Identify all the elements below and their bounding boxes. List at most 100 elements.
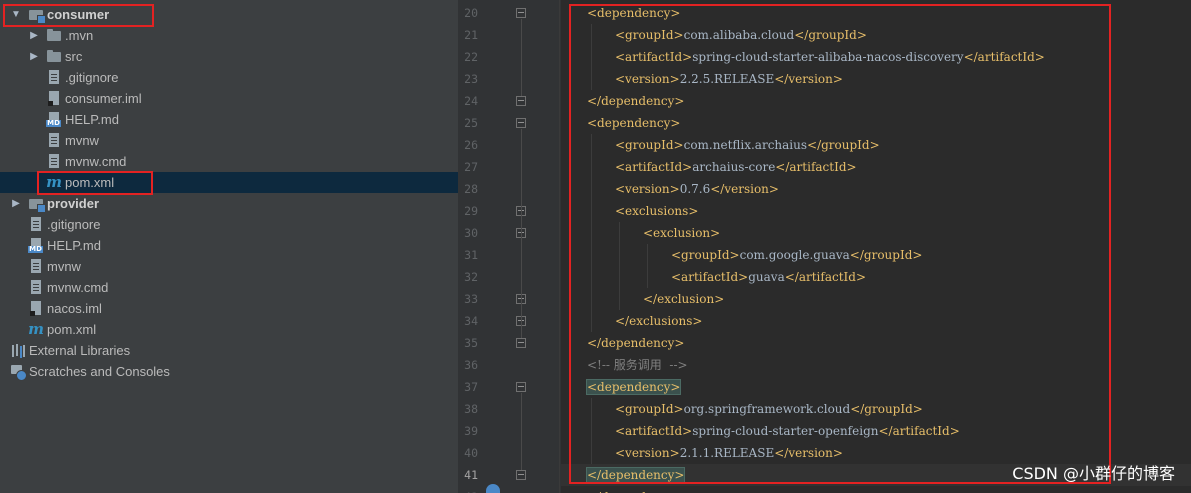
line-number: 36 xyxy=(464,358,478,372)
code-tag: <groupId> xyxy=(615,402,684,416)
tree-item[interactable]: Scratches and Consoles xyxy=(0,361,458,382)
tree-item[interactable]: .gitignore xyxy=(0,67,458,88)
line-number: 40 xyxy=(464,446,478,460)
tree-item[interactable]: mvnw.cmd xyxy=(0,277,458,298)
chevron-right-icon[interactable]: ▶ xyxy=(10,193,22,214)
module-folder-icon xyxy=(28,196,46,213)
tree-item-label: nacos.iml xyxy=(47,301,102,316)
fold-marker-icon[interactable] xyxy=(516,470,526,480)
code-line[interactable]: </dependency> xyxy=(561,90,1191,112)
code-tag: </groupId> xyxy=(794,28,867,42)
code-line[interactable]: <groupId>com.google.guava</groupId> xyxy=(561,244,1191,266)
code-tag: <groupId> xyxy=(615,138,684,152)
chevron-right-icon[interactable]: ▶ xyxy=(28,46,40,67)
code-line[interactable]: </exclusions> xyxy=(561,310,1191,332)
markdown-file-icon: MD xyxy=(28,238,44,253)
code-line[interactable]: <artifactId>spring-cloud-starter-alibaba… xyxy=(561,46,1191,68)
code-line[interactable]: <version>2.1.1.RELEASE</version> xyxy=(561,442,1191,464)
fold-marker-icon[interactable] xyxy=(516,338,526,348)
code-tag: <version> xyxy=(615,182,680,196)
line-number: 20 xyxy=(464,6,478,20)
text-file-icon xyxy=(28,280,44,295)
line-number: 28 xyxy=(464,182,478,196)
code-tag: <groupId> xyxy=(615,28,684,42)
line-number: 27 xyxy=(464,160,478,174)
gutter-marker-icon xyxy=(486,484,500,493)
fold-marker-icon[interactable] xyxy=(516,96,526,106)
folder-icon xyxy=(46,28,62,43)
code-line[interactable]: <artifactId>guava</artifactId> xyxy=(561,266,1191,288)
code-line[interactable]: <dependency> xyxy=(561,2,1191,24)
code-text: archaius-core xyxy=(692,160,776,174)
indent-guide xyxy=(619,222,620,310)
editor-gutter: 20 21 22 23 24 25 26 27 28 29 30 31 32 33 34 35 36 37 38 39… xyxy=(458,0,561,493)
code-tag: </artifactId> xyxy=(963,50,1045,64)
tree-item[interactable]: .gitignore xyxy=(0,214,458,235)
code-tag: <exclusion> xyxy=(643,226,721,240)
indent-guide xyxy=(591,134,592,332)
tree-item[interactable]: mvnw xyxy=(0,130,458,151)
code-line[interactable]: </exclusion> xyxy=(561,288,1191,310)
code-text: spring-cloud-starter-alibaba-nacos-disco… xyxy=(692,50,964,64)
tree-item[interactable]: mvnw.cmd xyxy=(0,151,458,172)
code-line[interactable]: <artifactId>archaius-core</artifactId> xyxy=(561,156,1191,178)
tree-item[interactable]: m pom.xml xyxy=(0,319,458,340)
fold-guide xyxy=(521,393,522,470)
code-tag: </artifactId> xyxy=(878,424,960,438)
code-line[interactable]: <dependency> xyxy=(561,376,1191,398)
code-tag: <version> xyxy=(615,72,680,86)
indent-guide xyxy=(591,398,592,464)
tree-item-label: pom.xml xyxy=(47,322,97,337)
tree-item[interactable]: nacos.iml xyxy=(0,298,458,319)
code-line[interactable]: <groupId>com.alibaba.cloud</groupId> xyxy=(561,24,1191,46)
code-line[interactable]: </dependency> xyxy=(561,486,1191,493)
chevron-right-icon[interactable]: ▶ xyxy=(28,25,40,46)
code-editor[interactable]: <dependency> <groupId>com.alibaba.cloud</… xyxy=(561,0,1191,493)
code-tag: <artifactId> xyxy=(615,160,693,174)
code-line[interactable]: <version>0.7.6</version> xyxy=(561,178,1191,200)
code-tag: </artifactId> xyxy=(784,270,866,284)
code-line[interactable]: <exclusion> xyxy=(561,222,1191,244)
tree-item[interactable]: ▼ consumer xyxy=(0,4,458,25)
line-number: 29 xyxy=(464,204,478,218)
tree-item[interactable]: MD HELP.md xyxy=(0,109,458,130)
fold-marker-icon[interactable] xyxy=(516,118,526,128)
tree-item[interactable]: consumer.iml xyxy=(0,88,458,109)
fold-guide xyxy=(521,239,522,294)
code-line[interactable]: </dependency> xyxy=(561,332,1191,354)
code-text: com.google.guava xyxy=(739,248,850,262)
scratches-icon xyxy=(10,364,27,381)
line-number: 35 xyxy=(464,336,478,350)
tree-item[interactable]: ▶ provider xyxy=(0,193,458,214)
code-line[interactable]: <artifactId>spring-cloud-starter-openfei… xyxy=(561,420,1191,442)
code-tag: <artifactId> xyxy=(615,50,693,64)
code-tag: <dependency> xyxy=(587,116,681,130)
code-text: com.netflix.archaius xyxy=(683,138,808,152)
tree-item[interactable]: mvnw xyxy=(0,256,458,277)
code-line[interactable]: <groupId>org.springframework.cloud</grou… xyxy=(561,398,1191,420)
code-line[interactable]: <groupId>com.netflix.archaius</groupId> xyxy=(561,134,1191,156)
code-text: spring-cloud-starter-openfeign xyxy=(692,424,879,438)
tree-item[interactable]: m pom.xml xyxy=(0,172,458,193)
code-line[interactable]: <exclusions> xyxy=(561,200,1191,222)
tree-item[interactable]: MD HELP.md xyxy=(0,235,458,256)
project-tree: ▼ consumer ▶ .mvn ▶ src .gitignore consumer.iml… xyxy=(0,0,458,493)
tree-item[interactable]: ▶ .mvn xyxy=(0,25,458,46)
tree-item[interactable]: ▶ src xyxy=(0,46,458,67)
text-file-icon xyxy=(46,70,62,85)
folder-icon xyxy=(46,49,62,64)
code-line[interactable]: <dependency> xyxy=(561,112,1191,134)
chevron-down-icon[interactable]: ▼ xyxy=(10,4,22,25)
line-number: 39 xyxy=(464,424,478,438)
line-number: 38 xyxy=(464,402,478,416)
fold-marker-icon[interactable] xyxy=(516,8,526,18)
code-line[interactable]: <version>2.2.5.RELEASE</version> xyxy=(561,68,1191,90)
tree-item[interactable]: External Libraries xyxy=(0,340,458,361)
tree-item-label: External Libraries xyxy=(29,343,131,358)
fold-marker-icon[interactable] xyxy=(516,382,526,392)
code-line[interactable]: <!-- 服务调用 --> xyxy=(561,354,1191,376)
tree-item-label: mvnw xyxy=(65,133,99,148)
code-tag: </dependency> xyxy=(585,467,686,483)
tree-item-label: consumer.iml xyxy=(65,91,142,106)
tree-item-label: pom.xml xyxy=(65,175,115,190)
